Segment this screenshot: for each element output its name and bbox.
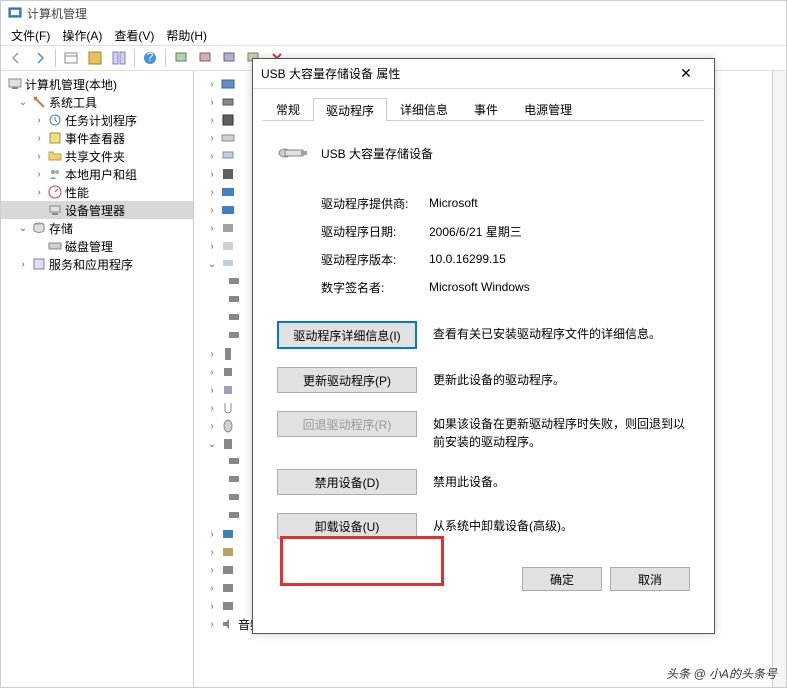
- toolbar-separator: [55, 49, 56, 67]
- tree-shared[interactable]: › 共享文件夹: [1, 147, 193, 165]
- provider-label: 驱动程序提供商:: [321, 195, 429, 212]
- tree-diskmgr[interactable]: 磁盘管理: [1, 237, 193, 255]
- dialog-title: USB 大容量存储设备 属性: [261, 65, 666, 82]
- tool-btn-1[interactable]: [60, 47, 82, 69]
- folder-icon: [47, 148, 63, 164]
- tree-users[interactable]: › 本地用户和组: [1, 165, 193, 183]
- menu-view[interactable]: 查看(V): [108, 25, 160, 46]
- tab-power[interactable]: 电源管理: [511, 97, 585, 120]
- expand-icon[interactable]: ›: [17, 259, 29, 270]
- version-label: 驱动程序版本:: [321, 251, 429, 268]
- tree-root[interactable]: 计算机管理(本地): [1, 75, 193, 93]
- app-icon: [7, 5, 23, 21]
- devmgr-icon: [47, 202, 63, 218]
- tab-driver[interactable]: 驱动程序: [313, 98, 387, 121]
- update-driver-button[interactable]: 更新驱动程序(P): [277, 367, 417, 393]
- computer-icon: [7, 76, 23, 92]
- dialog-footer: 确定 取消: [277, 557, 690, 591]
- watermark: 头条 @ 小A的头条号: [666, 665, 777, 682]
- dialog-titlebar: USB 大容量存储设备 属性 ✕: [253, 59, 714, 89]
- cancel-button[interactable]: 取消: [610, 567, 690, 591]
- signer-value: Microsoft Windows: [429, 280, 530, 294]
- signer-label: 数字签名者:: [321, 279, 429, 296]
- disk-icon: [47, 238, 63, 254]
- tree-storage[interactable]: ⌄ 存储: [1, 219, 193, 237]
- tools-icon: [31, 94, 47, 110]
- users-icon: [47, 166, 63, 182]
- expand-icon[interactable]: ›: [33, 133, 45, 144]
- expand-icon[interactable]: ›: [33, 187, 45, 198]
- expand-icon[interactable]: ›: [33, 151, 45, 162]
- date-label: 驱动程序日期:: [321, 223, 429, 240]
- services-icon: [31, 256, 47, 272]
- menu-action[interactable]: 操作(A): [56, 25, 108, 46]
- device-header: USB 大容量存储设备: [277, 137, 690, 169]
- tree-scheduler[interactable]: › 任务计划程序: [1, 111, 193, 129]
- dialog-body: 常规 驱动程序 详细信息 事件 电源管理 USB 大容量存储设备 驱动程序提供商…: [253, 89, 714, 633]
- ok-button[interactable]: 确定: [522, 567, 602, 591]
- tab-general[interactable]: 常规: [263, 97, 313, 120]
- storage-icon: [31, 220, 47, 236]
- usb-device-icon: [277, 137, 309, 169]
- right-pane: [772, 71, 786, 687]
- properties-dialog: USB 大容量存储设备 属性 ✕ 常规 驱动程序 详细信息 事件 电源管理 US…: [252, 58, 715, 634]
- tree-services[interactable]: › 服务和应用程序: [1, 255, 193, 273]
- tree-systools[interactable]: ⌄ 系统工具: [1, 93, 193, 111]
- tool-btn-5[interactable]: [194, 47, 216, 69]
- tool-btn-3[interactable]: [108, 47, 130, 69]
- audio-icon: [220, 616, 236, 632]
- tab-details[interactable]: 详细信息: [387, 97, 461, 120]
- uninstall-device-button[interactable]: 卸载设备(U): [277, 513, 417, 539]
- toolbar-separator: [134, 49, 135, 67]
- tree-performance[interactable]: › 性能: [1, 183, 193, 201]
- expand-icon[interactable]: ›: [33, 169, 45, 180]
- version-value: 10.0.16299.15: [429, 252, 506, 266]
- perf-icon: [47, 184, 63, 200]
- disable-device-button[interactable]: 禁用设备(D): [277, 469, 417, 495]
- expand-icon[interactable]: ›: [33, 115, 45, 126]
- tool-btn-4[interactable]: [170, 47, 192, 69]
- uninstall-device-desc: 从系统中卸载设备(高级)。: [433, 513, 690, 535]
- tab-strip: 常规 驱动程序 详细信息 事件 电源管理: [263, 97, 704, 121]
- svg-text:?: ?: [147, 50, 154, 64]
- driver-info-table: 驱动程序提供商: Microsoft 驱动程序日期: 2006/6/21 星期三…: [321, 189, 690, 301]
- provider-value: Microsoft: [429, 196, 478, 210]
- rollback-driver-button: 回退驱动程序(R): [277, 411, 417, 437]
- driver-details-desc: 查看有关已安装驱动程序文件的详细信息。: [433, 321, 690, 343]
- tab-events[interactable]: 事件: [461, 97, 511, 120]
- device-name: USB 大容量存储设备: [321, 145, 433, 162]
- tool-btn-6[interactable]: [218, 47, 240, 69]
- toolbar-separator: [165, 49, 166, 67]
- event-icon: [47, 130, 63, 146]
- update-driver-desc: 更新此设备的驱动程序。: [433, 367, 690, 389]
- forward-button[interactable]: [29, 47, 51, 69]
- tree-eventviewer[interactable]: › 事件查看器: [1, 129, 193, 147]
- tree-devmgr[interactable]: 设备管理器: [1, 201, 193, 219]
- menu-help[interactable]: 帮助(H): [160, 25, 213, 46]
- tree-pane: 计算机管理(本地) ⌄ 系统工具 › 任务计划程序 › 事件查看器 › 共享文件…: [1, 71, 194, 687]
- clock-icon: [47, 112, 63, 128]
- tab-content: USB 大容量存储设备 驱动程序提供商: Microsoft 驱动程序日期: 2…: [263, 121, 704, 625]
- menu-file[interactable]: 文件(F): [5, 25, 56, 46]
- date-value: 2006/6/21 星期三: [429, 223, 522, 240]
- collapse-icon[interactable]: ⌄: [17, 223, 29, 234]
- rollback-driver-desc: 如果该设备在更新驱动程序时失败，则回退到以前安装的驱动程序。: [433, 411, 690, 451]
- menubar: 文件(F) 操作(A) 查看(V) 帮助(H): [1, 25, 786, 45]
- titlebar: 计算机管理: [1, 1, 786, 25]
- driver-details-button[interactable]: 驱动程序详细信息(I): [277, 321, 417, 349]
- close-button[interactable]: ✕: [666, 60, 706, 88]
- disable-device-desc: 禁用此设备。: [433, 469, 690, 491]
- window-title: 计算机管理: [27, 5, 87, 22]
- help-button[interactable]: ?: [139, 47, 161, 69]
- tool-btn-2[interactable]: [84, 47, 106, 69]
- back-button[interactable]: [5, 47, 27, 69]
- collapse-icon[interactable]: ⌄: [17, 97, 29, 108]
